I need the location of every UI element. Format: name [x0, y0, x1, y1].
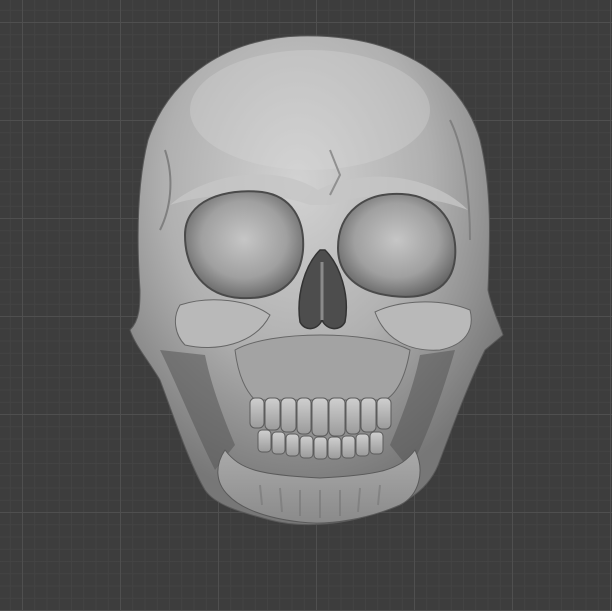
3d-viewport[interactable]	[0, 0, 612, 611]
skull-model-icon[interactable]	[0, 0, 612, 611]
right-eye-socket	[336, 192, 457, 298]
upper-teeth	[249, 397, 392, 437]
left-eye-socket	[183, 190, 305, 300]
